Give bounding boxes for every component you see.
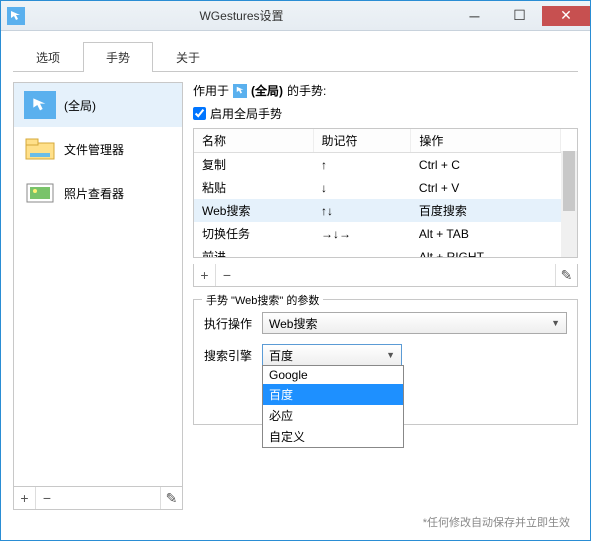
engine-dropdown: Google 百度 必应 自定义 (262, 365, 404, 448)
table-row[interactable]: 粘贴↓Ctrl + V (194, 176, 561, 199)
params-group: 手势 "Web搜索" 的参数 执行操作 Web搜索 ▼ 搜索引擎 百度 ▼ (193, 299, 578, 425)
col-mnemonic[interactable]: 助记符 (313, 129, 411, 153)
params-title: 手势 "Web搜索" 的参数 (202, 292, 323, 308)
table-row[interactable]: 复制↑Ctrl + C (194, 153, 561, 177)
photo-icon (24, 179, 56, 207)
add-app-button[interactable]: + (14, 487, 36, 509)
table-row[interactable]: 前进→Alt + RIGHT (194, 245, 561, 258)
sidebar-item-global[interactable]: (全局) (14, 83, 182, 127)
sidebar-item-photoviewer[interactable]: 照片查看器 (14, 171, 182, 215)
chevron-down-icon: ▼ (551, 318, 560, 328)
sidebar-item-label: 文件管理器 (64, 141, 124, 158)
applies-label: 作用于 (全局) 的手势: (193, 82, 578, 99)
window-title: WGestures设置 (31, 7, 452, 24)
titlebar: WGestures设置 ─ ☐ ✕ (1, 1, 590, 31)
minimize-button[interactable]: ─ (452, 6, 497, 26)
gesture-table: 名称 助记符 操作 复制↑Ctrl + C 粘贴↓Ctrl + V Web搜索↑… (193, 128, 578, 258)
tab-options[interactable]: 选项 (13, 42, 83, 72)
sidebar-item-filemanager[interactable]: 文件管理器 (14, 127, 182, 171)
tab-about[interactable]: 关于 (153, 42, 223, 72)
table-scrollbar[interactable] (561, 151, 577, 257)
col-action[interactable]: 操作 (411, 129, 561, 153)
cursor-icon (24, 91, 56, 119)
add-gesture-button[interactable]: + (194, 264, 216, 286)
table-row[interactable]: 切换任务→↓→Alt + TAB (194, 222, 561, 245)
app-list: (全局) 文件管理器 照片查看器 (13, 82, 183, 487)
close-button[interactable]: ✕ (542, 6, 590, 26)
chevron-down-icon: ▼ (386, 350, 395, 360)
col-name[interactable]: 名称 (194, 129, 313, 153)
enable-global-checkbox[interactable] (193, 107, 206, 120)
folder-icon (24, 135, 56, 163)
sidebar-item-label: (全局) (64, 97, 96, 114)
table-row[interactable]: Web搜索↑↓百度搜索 (194, 199, 561, 222)
edit-app-button[interactable]: ✎ (160, 487, 182, 509)
engine-label: 搜索引擎 (204, 347, 254, 364)
tab-gestures[interactable]: 手势 (83, 42, 153, 72)
tab-bar: 选项 手势 关于 (13, 41, 578, 72)
engine-select[interactable]: 百度 ▼ Google 百度 必应 自定义 (262, 344, 402, 366)
footer-note: *任何修改自动保存并立即生效 (13, 510, 578, 534)
edit-gesture-button[interactable]: ✎ (555, 264, 577, 286)
maximize-button[interactable]: ☐ (497, 6, 542, 26)
engine-option[interactable]: 自定义 (263, 426, 403, 447)
app-icon (7, 7, 25, 25)
remove-app-button[interactable]: − (36, 487, 58, 509)
action-label: 执行操作 (204, 315, 254, 332)
cursor-icon (233, 84, 247, 98)
action-select[interactable]: Web搜索 ▼ (262, 312, 567, 334)
remove-gesture-button[interactable]: − (216, 264, 238, 286)
engine-option[interactable]: 必应 (263, 405, 403, 426)
enable-label: 启用全局手势 (210, 105, 282, 122)
engine-option[interactable]: Google (263, 366, 403, 384)
sidebar-item-label: 照片查看器 (64, 185, 124, 202)
engine-option[interactable]: 百度 (263, 384, 403, 405)
